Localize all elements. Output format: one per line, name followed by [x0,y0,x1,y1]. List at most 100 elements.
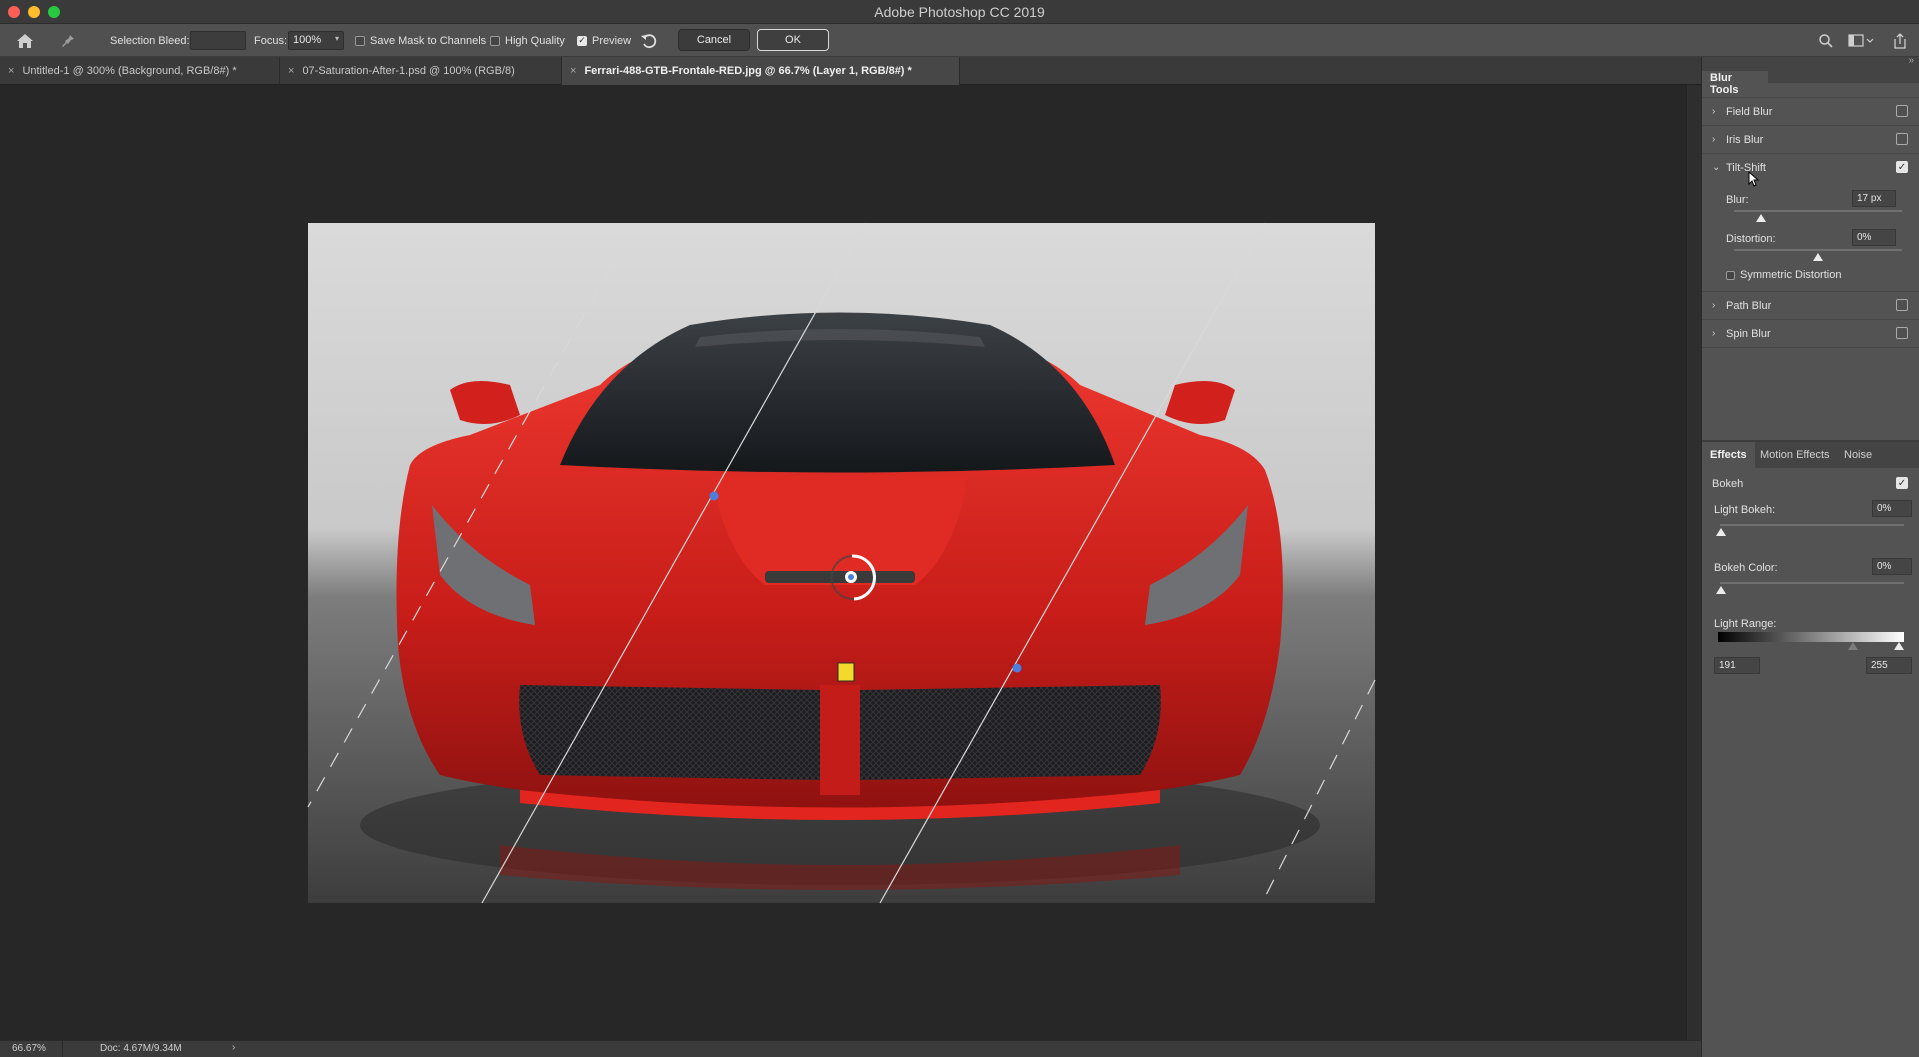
tab-effects[interactable]: Effects [1702,442,1755,468]
light-bokeh-label: Light Bokeh: [1714,504,1776,516]
tab-noise[interactable]: Noise [1836,442,1880,468]
share-icon[interactable] [1893,24,1907,57]
doc-size: Doc: 4.67M/9.34M [100,1043,182,1054]
chevron-down-icon: ▾ [334,34,339,43]
selection-bleed-field[interactable] [190,31,246,50]
save-mask-checkbox[interactable]: Save Mask to Channels [355,24,486,57]
reset-icon[interactable] [640,24,658,57]
search-icon[interactable] [1818,24,1834,57]
distortion-slider-thumb[interactable] [1813,253,1823,261]
close-icon[interactable]: × [570,65,576,77]
close-icon[interactable]: × [288,65,294,77]
preview-checkbox[interactable]: ✓ Preview [577,24,631,57]
blur-value-field[interactable]: 17 px [1852,190,1896,207]
checkbox-box [355,35,365,46]
blur-item-iris[interactable]: › Iris Blur [1702,126,1919,153]
blur-item-label: Spin Blur [1726,327,1771,340]
checkbox-box [1726,270,1735,280]
focus-value: 100% [293,34,322,46]
distortion-value-field[interactable]: 0% [1852,229,1896,246]
chevron-right-icon: › [1712,134,1716,145]
tab-saturation-after[interactable]: × 07-Saturation-After-1.psd @ 100% (RGB/… [280,57,562,85]
chevron-right-icon: › [1712,106,1716,117]
vertical-scrollbar[interactable] [1686,85,1701,1040]
blur-item-tilt-shift[interactable]: ⌄ Tilt-Shift [1702,154,1919,181]
document-canvas[interactable] [0,85,1686,1040]
high-quality-label: High Quality [505,34,565,47]
chevron-right-icon: › [1712,300,1716,311]
focus-label: Focus: [254,34,288,47]
light-range-low-thumb[interactable] [1848,642,1858,650]
blur-gallery-panel: » Blur Tools › Field Blur › Iris Blur ⌄ … [1701,55,1919,1057]
selection-bleed-label: Selection Bleed: [110,34,190,47]
status-bar: 66.67% Doc: 4.67M/9.34M › [0,1040,1701,1057]
tilt-shift-handle-right[interactable] [1012,663,1022,673]
focus-field[interactable]: 100% ▾ [288,31,344,50]
blur-slider-thumb[interactable] [1755,214,1766,222]
app-title: Adobe Photoshop CC 2019 [874,4,1045,20]
blur-item-path[interactable]: › Path Blur [1702,292,1919,319]
tab-blur-tools[interactable]: Blur Tools [1702,71,1768,97]
tab-label: Ferrari-488-GTB-Frontale-RED.jpg @ 66.7%… [584,65,912,77]
light-bokeh-slider-thumb[interactable] [1716,528,1726,536]
title-bar: Adobe Photoshop CC 2019 [0,0,1919,24]
symmetric-distortion-label: Symmetric Distortion [1740,269,1842,281]
chevron-down-icon: ⌄ [1712,162,1721,173]
chevron-right-icon: › [1712,328,1716,339]
ok-button[interactable]: OK [757,29,829,51]
tab-label: 07-Saturation-After-1.psd @ 100% (RGB/8) [302,65,515,77]
save-mask-label: Save Mask to Channels [370,34,487,47]
field-blur-checkbox[interactable] [1896,105,1908,117]
light-bokeh-slider-track[interactable] [1720,524,1904,526]
distortion-label: Distortion: [1726,233,1776,245]
tab-ferrari-active[interactable]: × Ferrari-488-GTB-Frontale-RED.jpg @ 66.… [562,57,960,85]
bokeh-label: Bokeh [1712,478,1744,490]
bokeh-color-slider-track[interactable] [1720,582,1904,584]
document-tabs: × Untitled-1 @ 300% (Background, RGB/8#)… [0,57,1701,85]
bokeh-color-label: Bokeh Color: [1714,562,1778,574]
ferrari-photo [308,223,1375,903]
light-bokeh-field[interactable]: 0% [1872,500,1912,517]
path-blur-checkbox[interactable] [1896,299,1908,311]
checkbox-box [490,35,500,46]
blur-item-spin[interactable]: › Spin Blur [1702,320,1919,347]
distortion-slider-track[interactable] [1734,249,1902,251]
bokeh-checkbox[interactable]: ✓ [1896,477,1908,489]
close-icon[interactable]: × [8,65,14,77]
check-icon: ✓ [577,35,587,46]
high-quality-checkbox[interactable]: High Quality [490,24,565,57]
blur-label: Blur: [1726,194,1749,206]
blur-item-label: Field Blur [1726,105,1773,118]
bokeh-color-slider-thumb[interactable] [1716,586,1726,594]
tab-label: Untitled-1 @ 300% (Background, RGB/8#) * [22,65,237,77]
preview-label: Preview [592,34,632,47]
chevron-right-icon[interactable]: › [232,1042,235,1053]
tilt-shift-checkbox[interactable]: ✓ [1896,161,1908,173]
options-bar: Selection Bleed: Focus: 100% ▾ Save Mask… [0,24,1919,57]
collapse-icon[interactable]: » [1908,55,1914,66]
iris-blur-checkbox[interactable] [1896,133,1908,145]
workspace-icon[interactable] [1848,24,1874,57]
pin-tool-icon[interactable] [60,24,76,57]
blur-item-field[interactable]: › Field Blur [1702,98,1919,125]
tab-motion-effects[interactable]: Motion Effects [1752,442,1836,468]
spin-blur-checkbox[interactable] [1896,327,1908,339]
light-range-high-thumb[interactable] [1894,642,1904,650]
blur-slider-track[interactable] [1734,210,1902,212]
blur-item-label: Iris Blur [1726,133,1764,146]
light-range-high-field[interactable]: 255 [1866,657,1912,674]
home-icon[interactable] [16,24,34,57]
mouse-cursor-icon [1748,171,1760,187]
symmetric-distortion-checkbox[interactable]: Symmetric Distortion [1702,265,1919,285]
canvas-workspace [0,85,1686,1040]
tab-untitled-1[interactable]: × Untitled-1 @ 300% (Background, RGB/8#)… [0,57,280,85]
zoom-level[interactable]: 66.67% [12,1043,46,1054]
bokeh-color-field[interactable]: 0% [1872,558,1912,575]
light-range-label: Light Range: [1714,618,1777,630]
light-range-low-field[interactable]: 191 [1714,657,1760,674]
cancel-button[interactable]: Cancel [678,29,750,51]
light-range-gradient[interactable] [1718,632,1904,642]
blur-item-label: Path Blur [1726,299,1772,312]
tilt-shift-handle-left[interactable] [709,491,719,501]
divider [62,1041,63,1057]
